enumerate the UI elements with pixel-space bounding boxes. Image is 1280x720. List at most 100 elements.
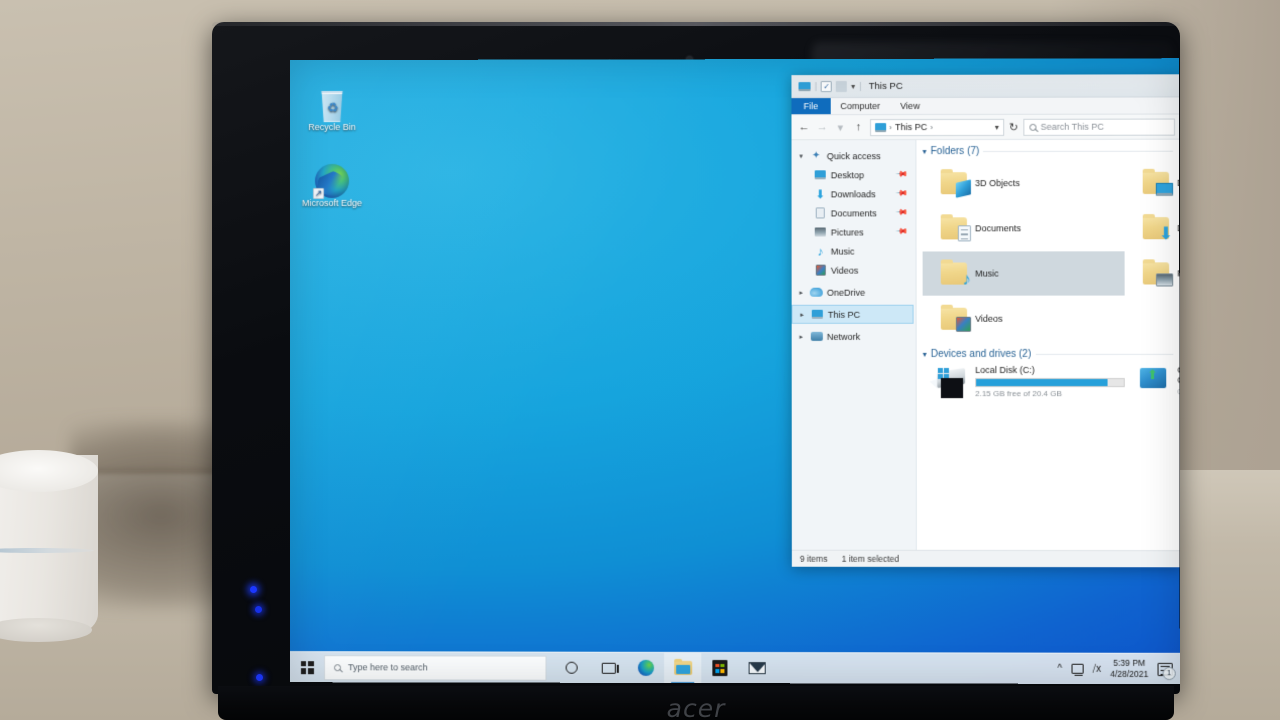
- breadcrumb-separator: ›: [930, 122, 933, 132]
- star-pin-icon: ✦: [811, 150, 821, 162]
- desktop-icon-label: Microsoft Edge: [301, 197, 363, 209]
- folder-tile-music[interactable]: ♪ Music: [922, 251, 1125, 296]
- taskbar-mail-button[interactable]: [739, 653, 776, 684]
- search-icon: [334, 663, 342, 671]
- taskbar-clock[interactable]: 5:39 PM 4/28/2021: [1110, 658, 1148, 680]
- sidebar-item-label: OneDrive: [826, 287, 866, 298]
- search-input[interactable]: Search This PC: [1023, 118, 1176, 136]
- desktop-icon-microsoft-edge[interactable]: ↗ Microsoft Edge: [300, 162, 364, 208]
- folder-music-icon: ♪: [940, 262, 971, 289]
- chevron-right-icon[interactable]: ▸: [797, 288, 806, 296]
- up-arrow-icon[interactable]: ↑: [852, 121, 865, 133]
- folder-tile-videos[interactable]: Videos: [923, 297, 1125, 341]
- customize-quick-access-icon[interactable]: ▾: [851, 81, 855, 90]
- sidebar-item-documents[interactable]: Documents 📌: [792, 203, 916, 222]
- sidebar-item-label: Documents: [830, 207, 877, 218]
- sidebar-item-network[interactable]: ▸ Network: [792, 327, 916, 346]
- tab-view[interactable]: View: [890, 98, 930, 114]
- pin-icon[interactable]: 📌: [896, 225, 910, 238]
- chevron-down-icon[interactable]: ▾: [922, 147, 926, 156]
- laptop-brand-logo: acer: [666, 694, 726, 720]
- windows-start-icon: [300, 660, 314, 674]
- chevron-up-icon[interactable]: ^: [1057, 663, 1062, 674]
- status-selection: 1 item selected: [841, 553, 900, 564]
- start-button[interactable]: [290, 652, 324, 683]
- taskbar: Type here to search ^ ⧸x 5:39 PM 4/28/20…: [289, 651, 1180, 685]
- folder-tile-downloads[interactable]: ⬇ Downloads: [1125, 206, 1180, 250]
- folder-tile-3d-objects[interactable]: 3D Objects: [922, 161, 1124, 205]
- drives-group-title: Devices and drives (2): [930, 348, 1032, 360]
- volume-muted-icon[interactable]: ⧸x: [1093, 663, 1102, 674]
- laptop-lid-highlight: [212, 22, 1180, 26]
- folder-tile-pictures[interactable]: Pictures: [1125, 251, 1180, 295]
- pin-icon[interactable]: 📌: [896, 168, 910, 181]
- taskbar-cortana-button[interactable]: [553, 652, 590, 683]
- refresh-icon[interactable]: ↻: [1009, 120, 1018, 133]
- status-led-activity: [256, 674, 263, 681]
- taskbar-file-explorer-button[interactable]: [664, 652, 702, 684]
- search-placeholder: Search This PC: [1040, 121, 1105, 132]
- folder-tile-label: 3D Objects: [974, 178, 1020, 189]
- back-arrow-icon[interactable]: ←: [798, 121, 811, 133]
- music-icon: ♪: [817, 244, 824, 259]
- network-icon[interactable]: [1071, 663, 1084, 674]
- sidebar-item-label: Desktop: [830, 169, 865, 180]
- address-bar[interactable]: › This PC › ▾: [870, 118, 1004, 136]
- folder-tile-documents[interactable]: Documents: [923, 206, 1125, 250]
- chevron-right-icon[interactable]: ▸: [797, 332, 806, 340]
- taskbar-task-view-button[interactable]: [590, 652, 627, 683]
- folder-tile-desktop[interactable]: Desktop: [1124, 161, 1180, 205]
- pin-icon[interactable]: 📌: [896, 206, 910, 219]
- action-center-icon[interactable]: 1: [1157, 662, 1176, 680]
- documents-icon: [814, 207, 827, 219]
- chevron-down-icon[interactable]: ▾: [995, 122, 999, 131]
- sidebar-item-quick-access[interactable]: ▾ ✦ Quick access: [792, 146, 916, 165]
- new-folder-icon[interactable]: [836, 80, 848, 92]
- forward-arrow-icon[interactable]: →: [816, 121, 829, 133]
- sidebar-item-desktop[interactable]: Desktop 📌: [792, 165, 916, 184]
- drives-group-header[interactable]: ▾ Devices and drives (2): [923, 349, 1180, 360]
- sidebar-item-downloads[interactable]: ⬇ Downloads 📌: [792, 184, 916, 203]
- group-divider: [983, 150, 1174, 153]
- recycle-bin-icon: ♻: [300, 86, 364, 122]
- folders-group-title: Folders (7): [930, 145, 980, 158]
- group-divider: [1035, 353, 1174, 355]
- folder-3d-objects-icon: [940, 172, 971, 198]
- sidebar-item-videos[interactable]: Videos: [792, 261, 916, 280]
- sidebar-item-music[interactable]: ♪ Music: [792, 241, 916, 260]
- toolbar-divider: |: [814, 81, 817, 92]
- desktop-icon-recycle-bin[interactable]: ♻ Recycle Bin: [300, 86, 364, 132]
- folder-videos-icon: [940, 307, 972, 332]
- properties-icon[interactable]: ✓: [821, 80, 833, 92]
- recent-locations-icon[interactable]: ▾: [834, 121, 847, 134]
- cd-drive-icon: ⬆: [1139, 364, 1169, 390]
- pin-icon[interactable]: 📌: [896, 187, 910, 200]
- sidebar-item-label: Quick access: [826, 150, 881, 161]
- toolbar-divider: |: [859, 80, 862, 92]
- taskbar-edge-button[interactable]: [627, 652, 664, 683]
- taskbar-pinned-items: [553, 652, 776, 684]
- folders-group-header[interactable]: ▾ Folders (7): [922, 146, 1179, 157]
- sidebar-item-label: Pictures: [830, 226, 864, 238]
- status-item-count: 9 items: [799, 553, 828, 564]
- photo-scene: acer ♻ Recycle Bin ↗ Microsoft Edge | ✓ …: [0, 0, 1280, 720]
- chevron-down-icon[interactable]: ▾: [923, 350, 927, 359]
- folder-tile-label: Documents: [975, 223, 1022, 234]
- tab-file[interactable]: File: [791, 98, 831, 115]
- tab-computer[interactable]: Computer: [830, 98, 890, 114]
- drive-tile-cd-drive-d[interactable]: ⬆ CD Drive (D:) CCCOMA_X64FRE_EN-US_DV9 …: [1125, 364, 1180, 398]
- drive-capacity-fill: [976, 379, 1108, 387]
- sidebar-item-this-pc[interactable]: ▸ This PC: [791, 304, 914, 324]
- breadcrumb-this-pc[interactable]: This PC: [895, 122, 927, 132]
- clock-time: 5:39 PM: [1113, 657, 1146, 668]
- taskbar-microsoft-store-button[interactable]: [701, 652, 738, 683]
- sidebar-item-onedrive[interactable]: ▸ OneDrive: [792, 283, 916, 302]
- chevron-right-icon[interactable]: ▸: [798, 310, 807, 318]
- chevron-down-icon[interactable]: ▾: [797, 152, 806, 160]
- cortana-icon: [565, 661, 578, 674]
- taskbar-search-input[interactable]: Type here to search: [323, 654, 547, 681]
- microsoft-edge-icon: ↗: [300, 162, 364, 200]
- microsoft-store-icon: [712, 659, 728, 677]
- title-bar[interactable]: | ✓ ▾ | This PC: [791, 74, 1180, 99]
- sidebar-item-pictures[interactable]: Pictures 📌: [792, 222, 916, 241]
